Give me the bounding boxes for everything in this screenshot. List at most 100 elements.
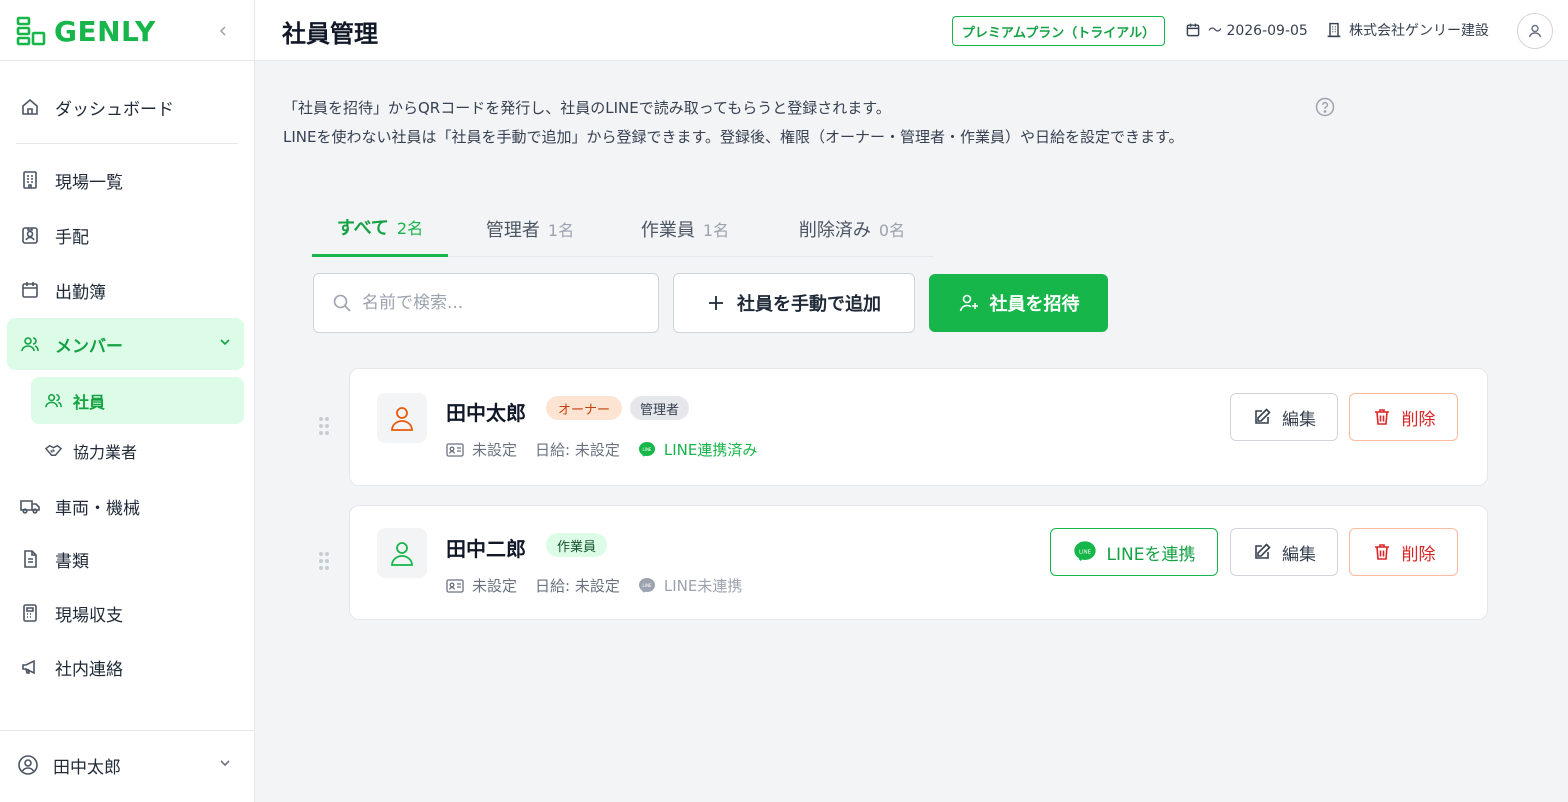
account-button[interactable] bbox=[1517, 13, 1553, 49]
drag-handle-icon[interactable] bbox=[317, 550, 331, 572]
sidebar-item-label: 現場一覧 bbox=[55, 172, 123, 193]
delete-button[interactable]: 削除 bbox=[1349, 393, 1458, 441]
line-icon: LINE bbox=[638, 577, 655, 593]
tab-all[interactable]: すべて 2名 bbox=[312, 200, 448, 257]
button-label: 社員を招待 bbox=[989, 294, 1080, 315]
sidebar-item-documents[interactable]: 書類 bbox=[7, 533, 244, 585]
line-status-text: LINE未連携 bbox=[663, 577, 743, 595]
sidebar-item-label: 現場収支 bbox=[55, 605, 123, 626]
help-icon[interactable] bbox=[1315, 97, 1335, 117]
search-input[interactable] bbox=[362, 293, 632, 313]
avatar bbox=[377, 528, 427, 578]
sidebar-item-arrangement[interactable]: 手配 bbox=[7, 209, 244, 261]
sidebar-subitem-label: 協力業者 bbox=[73, 442, 138, 462]
sidebar-item-label: ダッシュボード bbox=[55, 99, 174, 120]
collapse-sidebar-button[interactable] bbox=[212, 20, 234, 42]
sidebar-item-vehicles[interactable]: 車両・機械 bbox=[7, 480, 244, 532]
sidebar-subitem-partners[interactable]: 協力業者 bbox=[31, 427, 244, 474]
member-card: 田中二郎 作業員 未設定 日給: 未設定 LINE LINE未連携 LINE L… bbox=[349, 505, 1488, 620]
page-description: 「社員を招待」からQRコードを発行し、社員のLINEで読み取ってもらうと登録され… bbox=[283, 94, 1184, 152]
id-status-text: 未設定 bbox=[472, 441, 518, 459]
expiry-text: 〜 2026-09-05 bbox=[1208, 23, 1308, 39]
calendar-icon bbox=[1186, 23, 1200, 37]
member-name: 田中二郎 bbox=[446, 537, 526, 561]
link-line-button[interactable]: LINE LINEを連携 bbox=[1050, 528, 1218, 576]
chevron-left-icon bbox=[219, 26, 226, 36]
tab-admins[interactable]: 管理者 1名 bbox=[472, 200, 588, 257]
button-label: 削除 bbox=[1401, 409, 1436, 430]
tab-label: すべて bbox=[336, 218, 389, 239]
button-label: 編集 bbox=[1282, 544, 1316, 565]
svg-text:LINE: LINE bbox=[1079, 549, 1092, 555]
id-status: 未設定 bbox=[446, 575, 517, 596]
user-name: 田中太郎 bbox=[53, 757, 121, 778]
description-line: LINEを使わない社員は「社員を手動で追加」から登録できます。登録後、権限（オー… bbox=[283, 128, 1184, 146]
invite-member-button[interactable]: 社員を招待 bbox=[929, 274, 1108, 332]
truck-icon bbox=[19, 495, 41, 517]
add-member-manually-button[interactable]: 社員を手動で追加 bbox=[673, 273, 915, 333]
user-menu[interactable]: 田中太郎 bbox=[7, 740, 244, 790]
svg-text:LINE: LINE bbox=[642, 447, 651, 452]
sidebar-item-site-balance[interactable]: 現場収支 bbox=[7, 587, 244, 639]
sidebar-item-dashboard[interactable]: ダッシュボード bbox=[7, 81, 244, 133]
tab-label: 削除済み bbox=[798, 219, 871, 241]
line-icon: LINE bbox=[638, 441, 655, 457]
sidebar-item-label: 出勤簿 bbox=[55, 282, 106, 303]
page-title: 社員管理 bbox=[282, 20, 378, 48]
button-label: 削除 bbox=[1401, 544, 1436, 565]
sidebar-item-attendance[interactable]: 出勤簿 bbox=[7, 264, 244, 316]
divider bbox=[0, 60, 255, 61]
sidebar-item-label: 車両・機械 bbox=[55, 498, 140, 519]
document-icon bbox=[19, 548, 41, 570]
id-card-icon bbox=[446, 578, 464, 593]
tab-label: 作業員 bbox=[640, 219, 695, 241]
line-status-text: LINE連携済み bbox=[663, 441, 758, 459]
member-name: 田中太郎 bbox=[446, 401, 526, 425]
users-icon bbox=[43, 391, 63, 411]
chevron-down-icon bbox=[220, 760, 230, 767]
sidebar-item-sites[interactable]: 現場一覧 bbox=[7, 154, 244, 206]
sidebar-item-label: 社内連絡 bbox=[55, 659, 123, 680]
genly-logo-icon bbox=[16, 16, 46, 46]
company-name: 株式会社ゲンリー建設 bbox=[1349, 23, 1489, 39]
tab-deleted[interactable]: 削除済み 0名 bbox=[786, 200, 918, 257]
role-badge-worker: 作業員 bbox=[546, 533, 608, 557]
edit-button[interactable]: 編集 bbox=[1230, 528, 1338, 576]
user-icon bbox=[1528, 24, 1542, 38]
sidebar-item-members[interactable]: メンバー bbox=[7, 318, 244, 370]
megaphone-icon bbox=[19, 656, 41, 678]
calculator-icon bbox=[19, 602, 41, 624]
sidebar-item-internal-notice[interactable]: 社内連絡 bbox=[7, 641, 244, 693]
line-icon: LINE bbox=[1073, 541, 1096, 561]
home-icon bbox=[19, 96, 41, 118]
id-card-icon bbox=[446, 442, 464, 457]
building-icon bbox=[1327, 22, 1341, 38]
chevron-down-icon bbox=[220, 339, 230, 346]
tab-count: 0名 bbox=[878, 220, 906, 240]
daily-wage: 日給: 未設定 bbox=[535, 577, 620, 595]
tab-label: 管理者 bbox=[485, 219, 540, 241]
user-circle-icon bbox=[18, 755, 38, 775]
tab-workers[interactable]: 作業員 1名 bbox=[627, 200, 743, 257]
button-label: 社員を手動で追加 bbox=[737, 294, 881, 315]
svg-text:LINE: LINE bbox=[642, 583, 651, 588]
member-tabs: すべて 2名 管理者 1名 作業員 1名 削除済み 0名 bbox=[312, 200, 934, 257]
pencil-icon bbox=[1255, 543, 1271, 559]
sidebar-subitem-label: 社員 bbox=[73, 392, 106, 412]
top-header: 社員管理 プレミアムプラン（トライアル） 〜 2026-09-05 株式会社ゲン… bbox=[255, 0, 1568, 61]
id-status-text: 未設定 bbox=[472, 577, 518, 595]
plan-badge[interactable]: プレミアムプラン（トライアル） bbox=[952, 16, 1165, 46]
plus-icon bbox=[709, 296, 723, 310]
button-label: 編集 bbox=[1282, 409, 1316, 430]
sidebar-subitem-employees[interactable]: 社員 bbox=[31, 377, 244, 424]
description-line: 「社員を招待」からQRコードを発行し、社員のLINEで読み取ってもらうと登録され… bbox=[283, 99, 891, 117]
logo[interactable]: GENLY bbox=[16, 15, 156, 48]
drag-handle-icon[interactable] bbox=[317, 415, 331, 437]
delete-button[interactable]: 削除 bbox=[1349, 528, 1458, 576]
daily-wage: 日給: 未設定 bbox=[535, 441, 620, 459]
edit-button[interactable]: 編集 bbox=[1230, 393, 1338, 441]
line-status: LINE LINE未連携 bbox=[638, 575, 742, 596]
line-status: LINE LINE連携済み bbox=[638, 439, 757, 460]
calendar-icon bbox=[19, 279, 41, 301]
search-icon bbox=[333, 294, 351, 312]
